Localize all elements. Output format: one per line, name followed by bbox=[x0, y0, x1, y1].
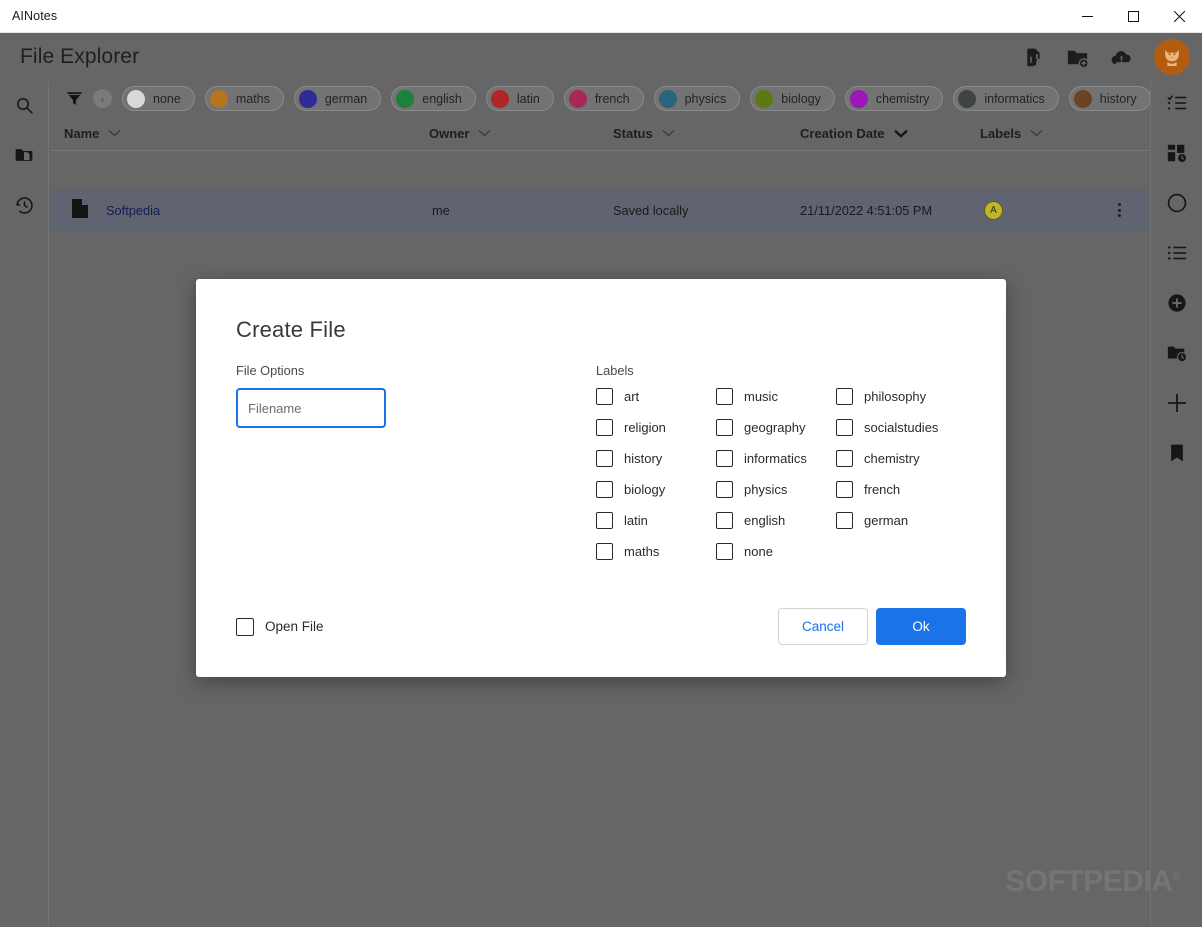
label-checkbox-music[interactable]: music bbox=[716, 388, 836, 405]
filename-input[interactable] bbox=[236, 388, 386, 428]
label-checkbox-art[interactable]: art bbox=[596, 388, 716, 405]
dialog-buttons: Cancel Ok bbox=[778, 608, 966, 645]
checkbox-label: socialstudies bbox=[864, 420, 939, 435]
checkbox-box[interactable] bbox=[716, 512, 733, 529]
checkbox-box[interactable] bbox=[716, 450, 733, 467]
checkbox-box[interactable] bbox=[236, 617, 254, 636]
checkbox-label: english bbox=[744, 513, 786, 528]
checkbox-label: physics bbox=[744, 482, 788, 497]
checkbox-label: none bbox=[744, 544, 773, 559]
checkbox-box[interactable] bbox=[836, 512, 853, 529]
checkbox-box[interactable] bbox=[836, 419, 853, 436]
checkbox-box[interactable] bbox=[836, 481, 853, 498]
checkbox-label: religion bbox=[624, 420, 666, 435]
checkbox-label: history bbox=[624, 451, 663, 466]
checkbox-box[interactable] bbox=[596, 388, 613, 405]
dialog-footer: Open File Cancel Ok bbox=[236, 608, 966, 645]
checkbox-label: chemistry bbox=[864, 451, 920, 466]
close-button[interactable] bbox=[1156, 0, 1202, 33]
labels-label: Labels bbox=[596, 363, 634, 378]
checkbox-box[interactable] bbox=[836, 450, 853, 467]
checkbox-label: german bbox=[864, 513, 909, 528]
checkbox-label: french bbox=[864, 482, 901, 497]
checkbox-label: geography bbox=[744, 420, 806, 435]
label-checkbox-religion[interactable]: religion bbox=[596, 419, 716, 436]
label-checkbox-maths[interactable]: maths bbox=[596, 543, 716, 560]
labels-checkbox-grid: art music philosophy religion geography socia… bbox=[596, 388, 966, 560]
open-file-label: Open File bbox=[265, 619, 324, 634]
checkbox-label: music bbox=[744, 389, 778, 404]
checkbox-label: maths bbox=[624, 544, 660, 559]
label-checkbox-french[interactable]: french bbox=[836, 481, 966, 498]
window-controls bbox=[1064, 0, 1202, 33]
checkbox-label: latin bbox=[624, 513, 648, 528]
cancel-button[interactable]: Cancel bbox=[778, 608, 868, 645]
checkbox-box[interactable] bbox=[596, 450, 613, 467]
checkbox-box[interactable] bbox=[716, 388, 733, 405]
checkbox-label: biology bbox=[624, 482, 666, 497]
label-checkbox-biology[interactable]: biology bbox=[596, 481, 716, 498]
checkbox-label: philosophy bbox=[864, 389, 927, 404]
label-checkbox-geography[interactable]: geography bbox=[716, 419, 836, 436]
labels-section: Labels art music philosophy religion geograp… bbox=[596, 363, 966, 560]
create-file-dialog: Create File File Options Labels art music… bbox=[196, 279, 1006, 677]
checkbox-box[interactable] bbox=[716, 481, 733, 498]
label-checkbox-physics[interactable]: physics bbox=[716, 481, 836, 498]
label-checkbox-philosophy[interactable]: philosophy bbox=[836, 388, 966, 405]
checkbox-box[interactable] bbox=[596, 481, 613, 498]
open-file-checkbox[interactable]: Open File bbox=[236, 617, 324, 636]
checkbox-label: art bbox=[624, 389, 640, 404]
label-checkbox-german[interactable]: german bbox=[836, 512, 966, 529]
app-window: AINotes File Explorer ‹ none maths germa… bbox=[0, 0, 1202, 927]
ok-button[interactable]: Ok bbox=[876, 608, 966, 645]
file-options-label: File Options bbox=[236, 363, 305, 378]
file-options-section: File Options bbox=[236, 363, 596, 560]
window-title: AINotes bbox=[12, 9, 58, 23]
label-checkbox-none[interactable]: none bbox=[716, 543, 836, 560]
dialog-title: Create File bbox=[236, 317, 346, 342]
checkbox-box[interactable] bbox=[596, 543, 613, 560]
checkbox-box[interactable] bbox=[596, 512, 613, 529]
label-checkbox-history[interactable]: history bbox=[596, 450, 716, 467]
checkbox-box[interactable] bbox=[596, 419, 613, 436]
label-checkbox-english[interactable]: english bbox=[716, 512, 836, 529]
label-checkbox-informatics[interactable]: informatics bbox=[716, 450, 836, 467]
minimize-button[interactable] bbox=[1064, 0, 1110, 33]
title-bar: AINotes bbox=[0, 0, 1202, 33]
label-checkbox-latin[interactable]: latin bbox=[596, 512, 716, 529]
checkbox-box[interactable] bbox=[716, 543, 733, 560]
maximize-button[interactable] bbox=[1110, 0, 1156, 33]
label-checkbox-socialstudies[interactable]: socialstudies bbox=[836, 419, 966, 436]
window-body: File Explorer ‹ none maths german englis… bbox=[0, 33, 1202, 927]
checkbox-box[interactable] bbox=[716, 419, 733, 436]
label-checkbox-chemistry[interactable]: chemistry bbox=[836, 450, 966, 467]
checkbox-box[interactable] bbox=[836, 388, 853, 405]
checkbox-label: informatics bbox=[744, 451, 807, 466]
